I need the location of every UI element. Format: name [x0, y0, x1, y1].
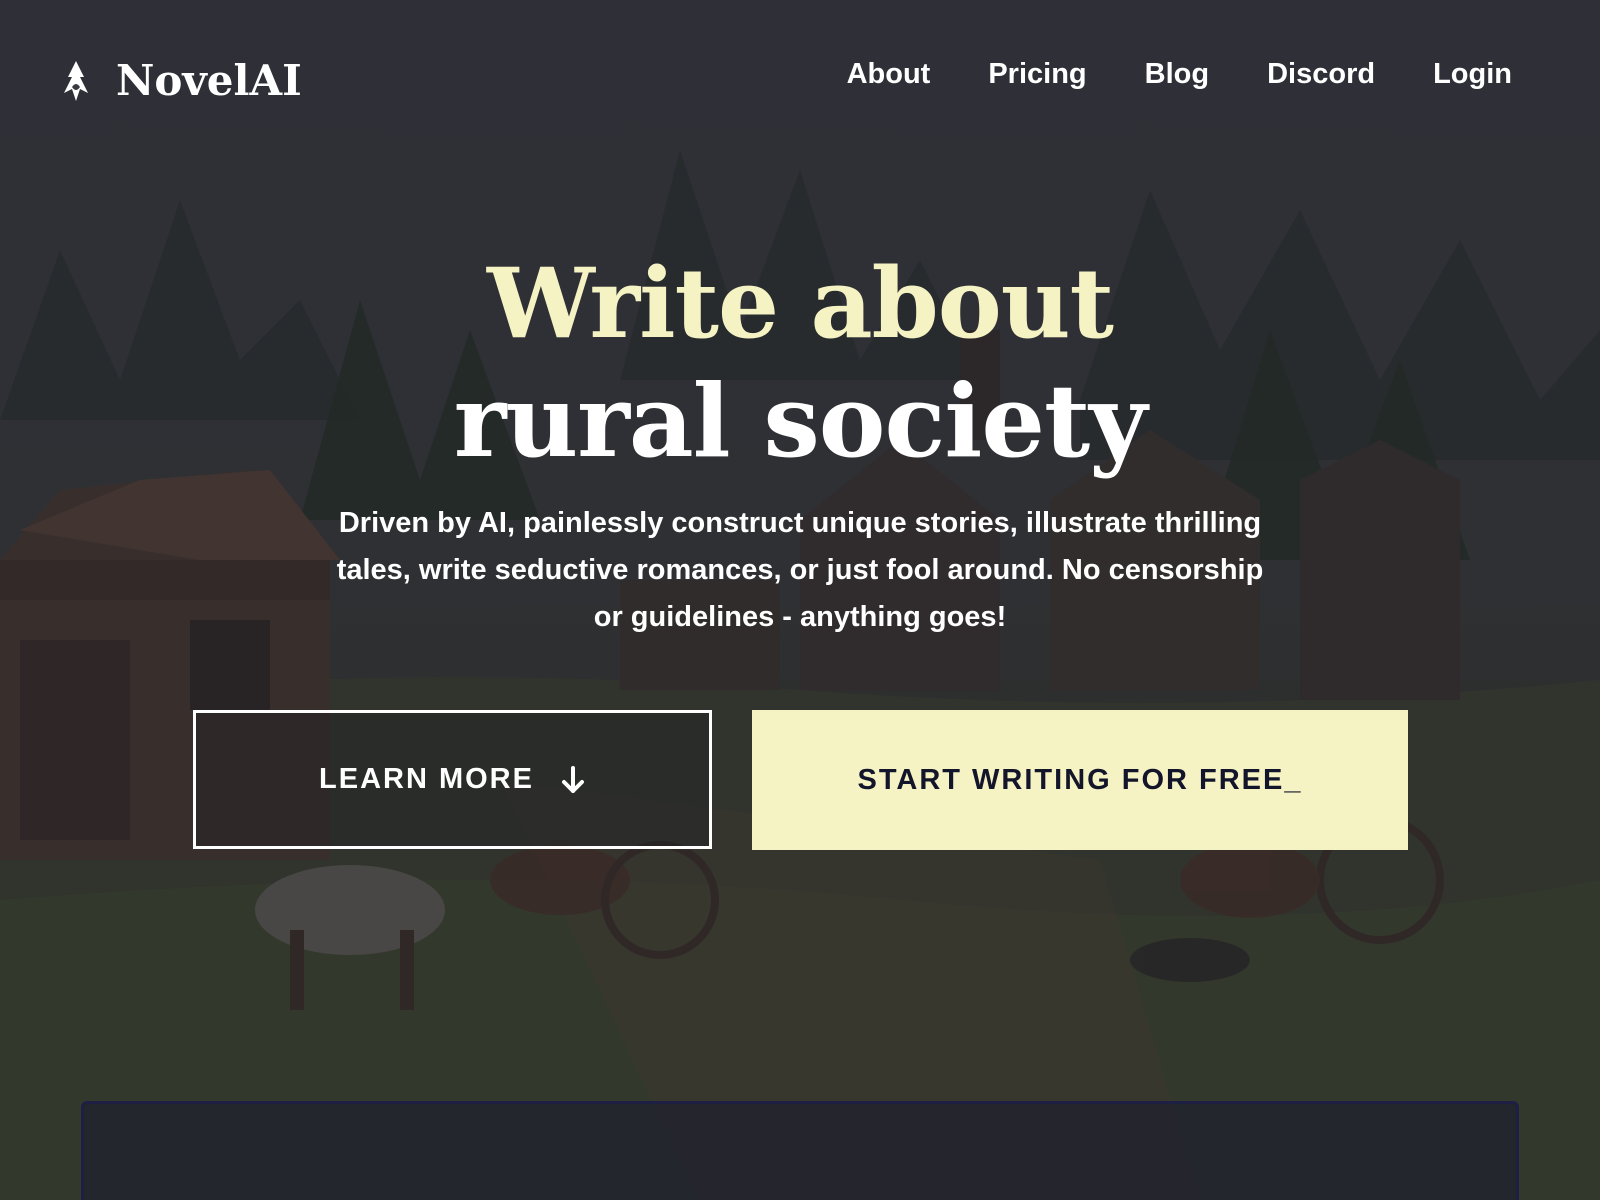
brand-logo[interactable]: NovelAI [58, 56, 302, 105]
nav-blog[interactable]: Blog [1145, 58, 1209, 91]
hero-subtitle: Driven by AI, painlessly construct uniqu… [336, 507, 1264, 633]
novelai-quill-icon [64, 60, 88, 101]
start-writing-label: START WRITING FOR FREE_ [857, 763, 1303, 796]
start-writing-button[interactable]: START WRITING FOR FREE_ [752, 710, 1408, 850]
learn-more-label: LEARN MORE [319, 763, 534, 795]
main-nav: About Pricing Blog Discord Login [847, 58, 1512, 91]
nav-login[interactable]: Login [1433, 58, 1512, 91]
arrow-down-icon [561, 765, 584, 793]
landing-page: NovelAI About Pricing Blog Discord Login… [0, 0, 1600, 1200]
hero-title-line2: rural society [453, 362, 1147, 480]
brand-name: NovelAI [116, 56, 302, 105]
hero-title: Write about rural society [0, 248, 1600, 482]
learn-more-button[interactable]: LEARN MORE [193, 710, 712, 849]
nav-pricing[interactable]: Pricing [988, 58, 1086, 91]
nav-discord[interactable]: Discord [1267, 58, 1375, 91]
nav-about[interactable]: About [847, 58, 931, 91]
hero-title-line1: Write about [487, 247, 1114, 360]
site-header: NovelAI About Pricing Blog Discord Login [0, 0, 1600, 160]
feature-panel [81, 1101, 1519, 1200]
